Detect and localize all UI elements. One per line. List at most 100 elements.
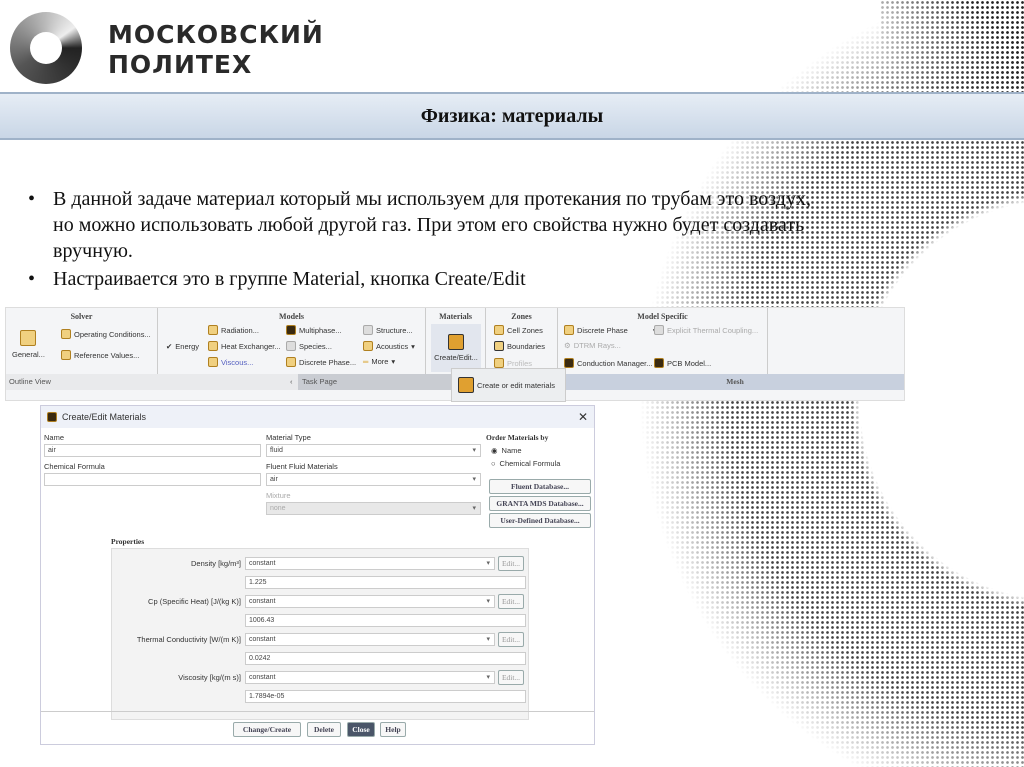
radiation-icon: [208, 325, 218, 335]
label: Viscous...: [221, 357, 254, 367]
label: PCB Model...: [667, 358, 712, 368]
property-method-select[interactable]: constant: [245, 633, 495, 646]
radio-selected-icon: ◉: [491, 446, 498, 455]
radio-icon: ○: [491, 459, 496, 468]
label: Heat Exchanger...: [221, 341, 281, 351]
heat-exchanger-icon: [208, 341, 218, 351]
property-method-select[interactable]: constant: [245, 557, 495, 570]
group-title: Models: [279, 312, 304, 321]
label: Acoustics: [376, 341, 409, 351]
property-value-input[interactable]: 0.0242: [245, 652, 526, 665]
general-button[interactable]: General...: [12, 330, 45, 359]
order-by-formula-radio[interactable]: ○ Chemical Formula: [491, 459, 560, 468]
profiles-button[interactable]: Profiles: [494, 358, 532, 368]
create-edit-materials-dialog: Create/Edit Materials ✕ Name air Chemica…: [40, 405, 595, 745]
discrete-phase-button[interactable]: Discrete Phase...: [286, 357, 356, 367]
group-zones: Zones Cell Zones Boundaries Profiles: [486, 308, 558, 374]
cell-zones-icon: [494, 325, 504, 335]
property-value-input[interactable]: 1006.43: [245, 614, 526, 627]
property-method-select[interactable]: constant: [245, 671, 495, 684]
group-title: Solver: [70, 312, 93, 321]
label: Create/Edit...: [434, 353, 478, 362]
property-edit-button[interactable]: Edit...: [498, 594, 524, 609]
profiles-icon: [494, 358, 504, 368]
mixture-label: Mixture: [266, 491, 291, 500]
boundaries-button[interactable]: Boundaries: [494, 341, 545, 351]
structure-button[interactable]: Structure...: [363, 325, 413, 335]
label: Species...: [299, 341, 332, 351]
property-edit-button[interactable]: Edit...: [498, 670, 524, 685]
user-defined-database-button[interactable]: User-Defined Database...: [489, 513, 591, 528]
reference-values-button[interactable]: Reference Values...: [61, 350, 139, 360]
dialog-title: Create/Edit Materials: [62, 412, 147, 422]
pcb-model-button[interactable]: PCB Model...: [654, 358, 711, 368]
fluent-database-button[interactable]: Fluent Database...: [489, 479, 591, 494]
material-type-select[interactable]: fluid: [266, 444, 481, 457]
logo-line2: ПОЛИТЕХ: [108, 50, 253, 79]
pcb-icon: [654, 358, 664, 368]
discrete-phase-dropdown[interactable]: Discrete Phase▾: [564, 325, 657, 335]
tooltip-text: Create or edit materials: [477, 380, 555, 390]
conduction-manager-button[interactable]: Conduction Manager...: [564, 358, 652, 368]
collapse-icon[interactable]: ‹: [290, 377, 293, 386]
material-type-label: Material Type: [266, 433, 311, 442]
label: Multiphase...: [299, 325, 342, 335]
group-models: Models ✔ Energy Radiation... Heat Exchang…: [158, 308, 426, 374]
dialog-titlebar: Create/Edit Materials ✕: [41, 406, 594, 428]
chemical-formula-input[interactable]: [44, 473, 261, 486]
logo-icon: [10, 12, 82, 84]
help-button[interactable]: Help: [380, 722, 406, 737]
property-value-input[interactable]: 1.7894e-05: [245, 690, 526, 703]
property-value-input[interactable]: 1.225: [245, 576, 526, 589]
close-button[interactable]: Close: [347, 722, 375, 737]
close-icon[interactable]: ✕: [578, 410, 588, 424]
label: Operating Conditions...: [74, 329, 151, 339]
label: DTRM Rays...: [573, 341, 621, 350]
structure-icon: [363, 325, 373, 335]
check-icon: ✔: [166, 342, 173, 351]
property-label: Thermal Conductivity [W/(m K)]: [136, 635, 241, 644]
slide-title-bar: Физика: материалы: [0, 92, 1024, 140]
heat-exchanger-button[interactable]: Heat Exchanger...: [208, 341, 281, 351]
flask-icon: [458, 377, 474, 393]
fluent-fluid-materials-select[interactable]: air: [266, 473, 481, 486]
operating-conditions-button[interactable]: Operating Conditions...: [61, 329, 151, 339]
change-create-button[interactable]: Change/Create: [233, 722, 301, 737]
energy-checkbox[interactable]: ✔ Energy: [166, 342, 199, 351]
fluent-icon: [47, 412, 57, 422]
explicit-thermal-coupling-button[interactable]: Explicit Thermal Coupling...: [654, 325, 758, 335]
task-page-label: Task Page: [298, 374, 453, 390]
discrete-phase-icon: [286, 357, 296, 367]
granta-database-button[interactable]: GRANTA MDS Database...: [489, 496, 591, 511]
bullet-item: Настраивается это в группе Material, кно…: [28, 266, 828, 292]
label: Energy: [175, 342, 200, 351]
group-title: Materials: [439, 312, 472, 321]
property-method-select[interactable]: constant: [245, 595, 495, 608]
tooltip: Create or edit materials: [451, 368, 566, 402]
radiation-button[interactable]: Radiation...: [208, 325, 259, 335]
group-title: Zones: [511, 312, 532, 321]
name-input[interactable]: air: [44, 444, 261, 457]
acoustics-icon: [363, 341, 373, 351]
mixture-select[interactable]: none: [266, 502, 481, 515]
acoustics-button[interactable]: Acoustics ▾: [363, 341, 415, 351]
order-by-name-radio[interactable]: ◉ Name: [491, 446, 522, 455]
create-edit-materials-button[interactable]: Create/Edit...: [431, 324, 481, 372]
label: Reference Values...: [74, 350, 140, 360]
chevron-down-icon: ▾: [411, 341, 415, 351]
property-edit-button[interactable]: Edit...: [498, 632, 524, 647]
viscous-button[interactable]: Viscous...: [208, 357, 253, 367]
more-button[interactable]: ═ More ▾: [363, 357, 395, 366]
multiphase-button[interactable]: Multiphase...: [286, 325, 342, 335]
dtrm-rays-button[interactable]: ⚙ DTRM Rays...: [564, 341, 621, 350]
delete-button[interactable]: Delete: [307, 722, 341, 737]
rays-icon: ⚙: [564, 341, 571, 350]
label: Discrete Phase...: [299, 357, 357, 367]
name-label: Name: [44, 433, 65, 442]
species-button[interactable]: Species...: [286, 341, 332, 351]
label: Profiles: [507, 358, 533, 368]
mesh-panel-label: Mesh: [566, 374, 904, 390]
property-edit-button[interactable]: Edit...: [498, 556, 524, 571]
cell-zones-button[interactable]: Cell Zones: [494, 325, 543, 335]
discrete-phase-icon: [564, 325, 574, 335]
